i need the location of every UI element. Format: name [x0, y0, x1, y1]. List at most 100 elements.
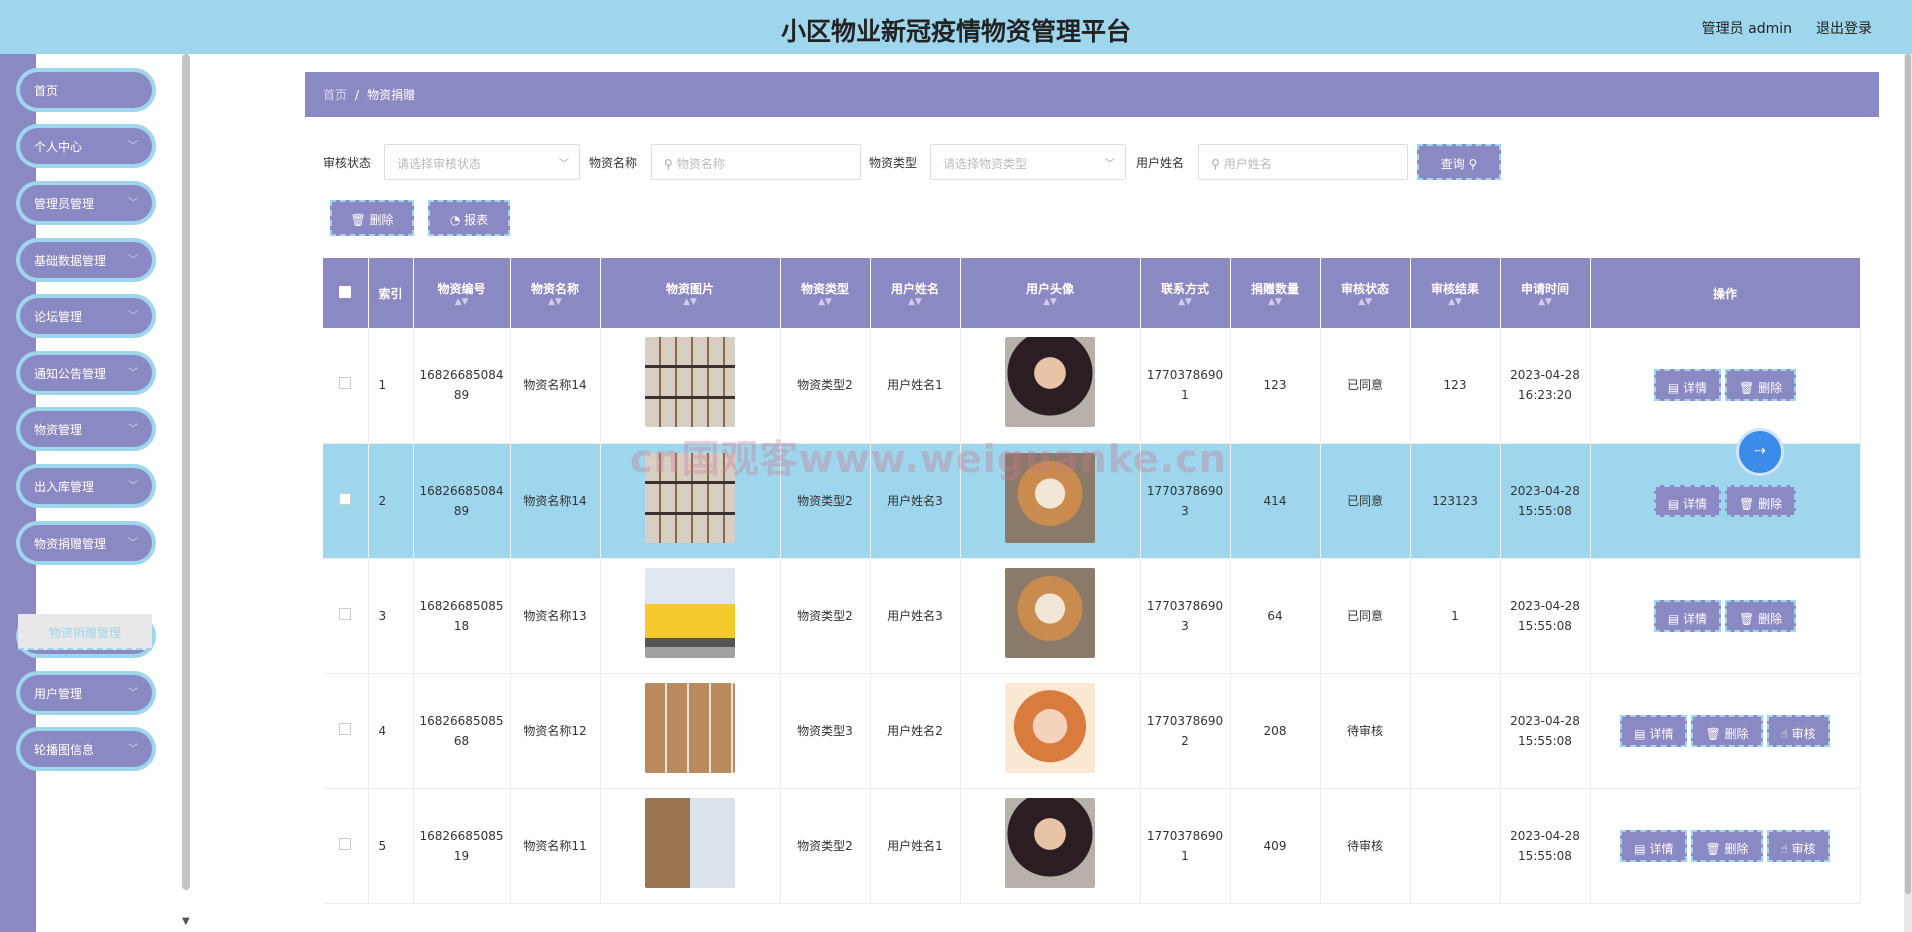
sidebar-item[interactable]: 管理员管理 ﹀ — [20, 185, 152, 221]
sort-icon[interactable]: ▲▼ — [1415, 297, 1496, 307]
row-checkbox[interactable] — [339, 722, 352, 735]
trash-icon: 🗑 — [1739, 611, 1759, 626]
sort-icon[interactable]: ▲▼ — [875, 297, 956, 307]
detail-button[interactable]: ▤ 详情 — [1620, 714, 1688, 747]
material-image[interactable] — [645, 337, 735, 428]
column-header[interactable]: 审核结果 ▲▼ — [1410, 258, 1501, 328]
user-name-placeholder: 用户姓名 — [1223, 157, 1272, 171]
sort-icon[interactable]: ▲▼ — [515, 297, 596, 307]
detail-button[interactable]: ▤ 详情 — [1653, 369, 1722, 402]
user-avatar[interactable] — [1005, 567, 1095, 658]
row-actions: ▤ 详情 🗑 删除 — [1590, 443, 1861, 559]
apply-time: 2023-04-28 15:55:08 — [1500, 788, 1591, 904]
sidebar-item[interactable]: 用户管理 ﹀ — [20, 675, 152, 711]
breadcrumb-home[interactable]: 首页 — [323, 88, 347, 102]
column-header-label: 物资类型 — [800, 281, 849, 296]
table-row[interactable]: 3 1682668508518 物资名称13 物资类型2 用户姓名3 1770378690… — [323, 558, 1861, 674]
scroll-down-arrow-icon[interactable]: ▼ — [182, 916, 190, 927]
row-actions: ▤ 详情 🗑 删除 — [1590, 558, 1861, 674]
user-avatar[interactable] — [1005, 797, 1095, 888]
sidebar-subitem-donation-management[interactable]: 物资捐赠管理 — [18, 614, 152, 650]
row-checkbox[interactable] — [339, 492, 352, 505]
sidebar-item[interactable]: 物资管理 ﹀ — [20, 411, 152, 447]
chevron-down-icon: ﹀ — [128, 198, 138, 209]
sidebar-item[interactable]: 物资捐赠管理 ﹀ — [20, 525, 152, 561]
material-name-input[interactable]: ⚲ 物资名称 — [651, 144, 861, 180]
row-checkbox[interactable] — [339, 607, 352, 620]
sidebar-item[interactable]: 通知公告管理 ﹀ — [20, 355, 152, 391]
material-image[interactable] — [645, 452, 735, 543]
delete-button[interactable]: 🗑 删除 — [1725, 484, 1797, 517]
user-name-input[interactable]: ⚲ 用户姓名 — [1198, 144, 1408, 180]
material-name-label: 物资名称 — [589, 156, 638, 170]
detail-button[interactable]: ▤ 详情 — [1653, 484, 1722, 517]
user-name: 用户姓名1 — [870, 788, 961, 904]
main-scrollbar[interactable] — [1904, 54, 1912, 932]
detail-button[interactable]: ▤ 详情 — [1620, 829, 1688, 862]
column-header[interactable]: 联系方式 ▲▼ — [1140, 258, 1231, 328]
report-label: 报表 — [464, 213, 489, 227]
column-header[interactable]: 物资编号 ▲▼ — [413, 258, 511, 328]
row-checkbox[interactable] — [339, 837, 352, 850]
logout-link[interactable]: 退出登录 — [1816, 18, 1872, 38]
floating-action-icon[interactable]: ⇢ — [1736, 428, 1784, 476]
sidebar-item[interactable]: 个人中心 ﹀ — [20, 128, 152, 164]
row-index: 5 — [368, 788, 414, 904]
sidebar-scrollbar[interactable] — [182, 54, 190, 890]
column-header[interactable]: 用户头像 ▲▼ — [960, 258, 1141, 328]
delete-button[interactable]: 🗑 删除 — [1691, 829, 1763, 862]
sidebar-item[interactable]: 出入库管理 ﹀ — [20, 468, 152, 504]
user-avatar-cell — [960, 673, 1141, 789]
material-image[interactable] — [645, 567, 735, 658]
scrollbar-thumb[interactable] — [1905, 54, 1911, 894]
table-row[interactable]: 1 1682668508489 物资名称14 物资类型2 用户姓名1 1770378690… — [323, 328, 1861, 444]
column-header[interactable]: 捐赠数量 ▲▼ — [1230, 258, 1321, 328]
donation-quantity: 409 — [1230, 788, 1321, 904]
sort-icon[interactable]: ▲▼ — [605, 297, 776, 307]
row-checkbox[interactable] — [339, 377, 352, 390]
sidebar-item[interactable]: 轮播图信息 ﹀ — [20, 731, 152, 767]
column-header[interactable]: 物资名称 ▲▼ — [510, 258, 601, 328]
sort-icon[interactable]: ▲▼ — [785, 297, 866, 307]
sort-icon[interactable]: ▲▼ — [1235, 297, 1316, 307]
column-header[interactable]: 用户姓名 ▲▼ — [870, 258, 961, 328]
user-avatar[interactable] — [1005, 452, 1095, 543]
detail-button[interactable]: ▤ 详情 — [1653, 599, 1722, 632]
report-button[interactable]: ◔ 报表 — [428, 200, 510, 236]
column-header[interactable]: 物资图片 ▲▼ — [600, 258, 781, 328]
sort-icon[interactable]: ▲▼ — [418, 297, 506, 307]
sort-icon[interactable]: ▲▼ — [1325, 297, 1406, 307]
column-header[interactable]: 申请时间 ▲▼ — [1500, 258, 1591, 328]
header: 小区物业新冠疫情物资管理平台 管理员 admin 退出登录 — [0, 0, 1912, 54]
table-row[interactable]: 5 1682668508519 物资名称11 物资类型2 用户姓名1 1770378690… — [323, 788, 1861, 904]
audit-status-select[interactable]: 请选择审核状态 ﹀ — [384, 144, 580, 180]
table-row[interactable]: 4 1682668508568 物资名称12 物资类型3 用户姓名2 1770378690… — [323, 673, 1861, 789]
audit-button[interactable]: ☝ 审核 — [1766, 714, 1830, 747]
material-type-select[interactable]: 请选择物资类型 ﹀ — [930, 144, 1126, 180]
query-button[interactable]: 查询 ⚲ — [1417, 144, 1501, 180]
sort-icon[interactable]: ▲▼ — [1505, 297, 1586, 307]
material-image[interactable] — [645, 682, 735, 773]
user-avatar[interactable] — [1005, 337, 1095, 428]
column-header[interactable]: 审核状态 ▲▼ — [1320, 258, 1411, 328]
column-header[interactable]: 物资类型 ▲▼ — [780, 258, 871, 328]
delete-button[interactable]: 🗑 删除 — [1725, 599, 1797, 632]
search-icon: ⚲ — [1468, 157, 1478, 171]
user-avatar[interactable] — [1005, 682, 1095, 773]
table-row[interactable]: 2 1682668508489 物资名称14 物资类型2 用户姓名3 1770378690… — [323, 443, 1861, 559]
sidebar-item[interactable]: 基础数据管理 ﹀ — [20, 242, 152, 278]
column-header-label: 操作 — [1712, 286, 1737, 301]
app-title: 小区物业新冠疫情物资管理平台 — [780, 17, 1131, 46]
sidebar-item[interactable]: 论坛管理 ﹀ — [20, 298, 152, 334]
batch-delete-button[interactable]: 🗑 删除 — [330, 200, 414, 236]
select-all-checkbox[interactable] — [339, 285, 352, 298]
delete-button[interactable]: 🗑 删除 — [1691, 714, 1763, 747]
sort-icon[interactable]: ▲▼ — [1145, 297, 1226, 307]
sort-icon[interactable]: ▲▼ — [965, 297, 1136, 307]
material-image[interactable] — [645, 797, 735, 888]
sidebar-item[interactable]: 首页 — [20, 72, 152, 108]
column-header[interactable]: 索引 — [368, 258, 414, 328]
delete-button[interactable]: 🗑 删除 — [1725, 369, 1797, 402]
filter-bar: 审核状态 请选择审核状态 ﹀ 物资名称 ⚲ 物资名称 物资类型 请选择物资类型 ﹀ 用… — [323, 144, 1523, 180]
audit-button[interactable]: ☝ 审核 — [1766, 829, 1830, 862]
